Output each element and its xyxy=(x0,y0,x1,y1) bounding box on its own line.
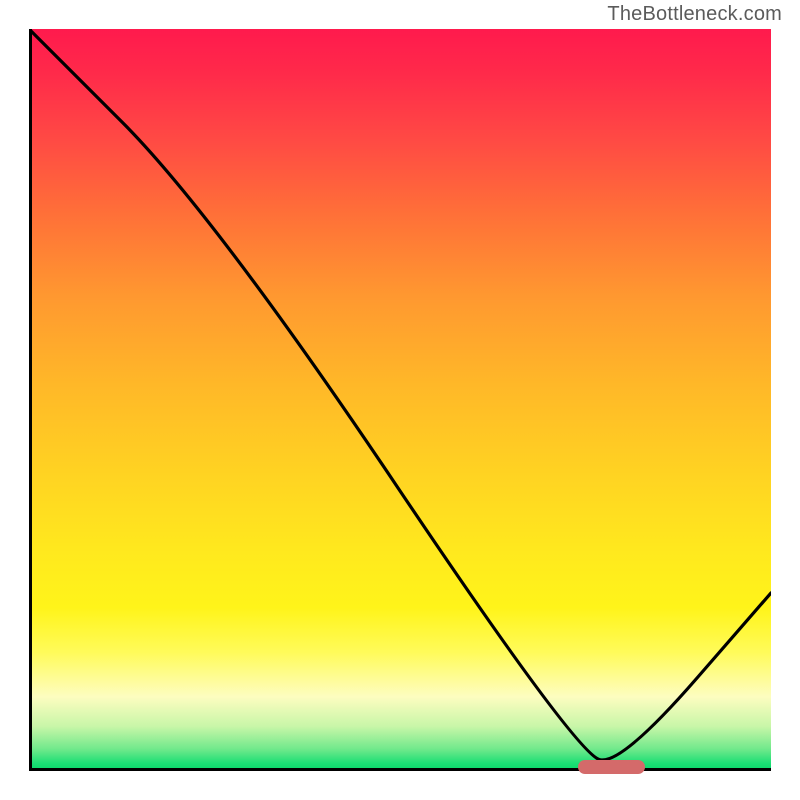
score-gradient-background xyxy=(29,29,771,771)
plot-area xyxy=(29,29,771,771)
attribution-label: TheBottleneck.com xyxy=(607,3,782,26)
optimum-marker xyxy=(578,760,645,774)
bottleneck-chart: TheBottleneck.com xyxy=(0,0,800,800)
